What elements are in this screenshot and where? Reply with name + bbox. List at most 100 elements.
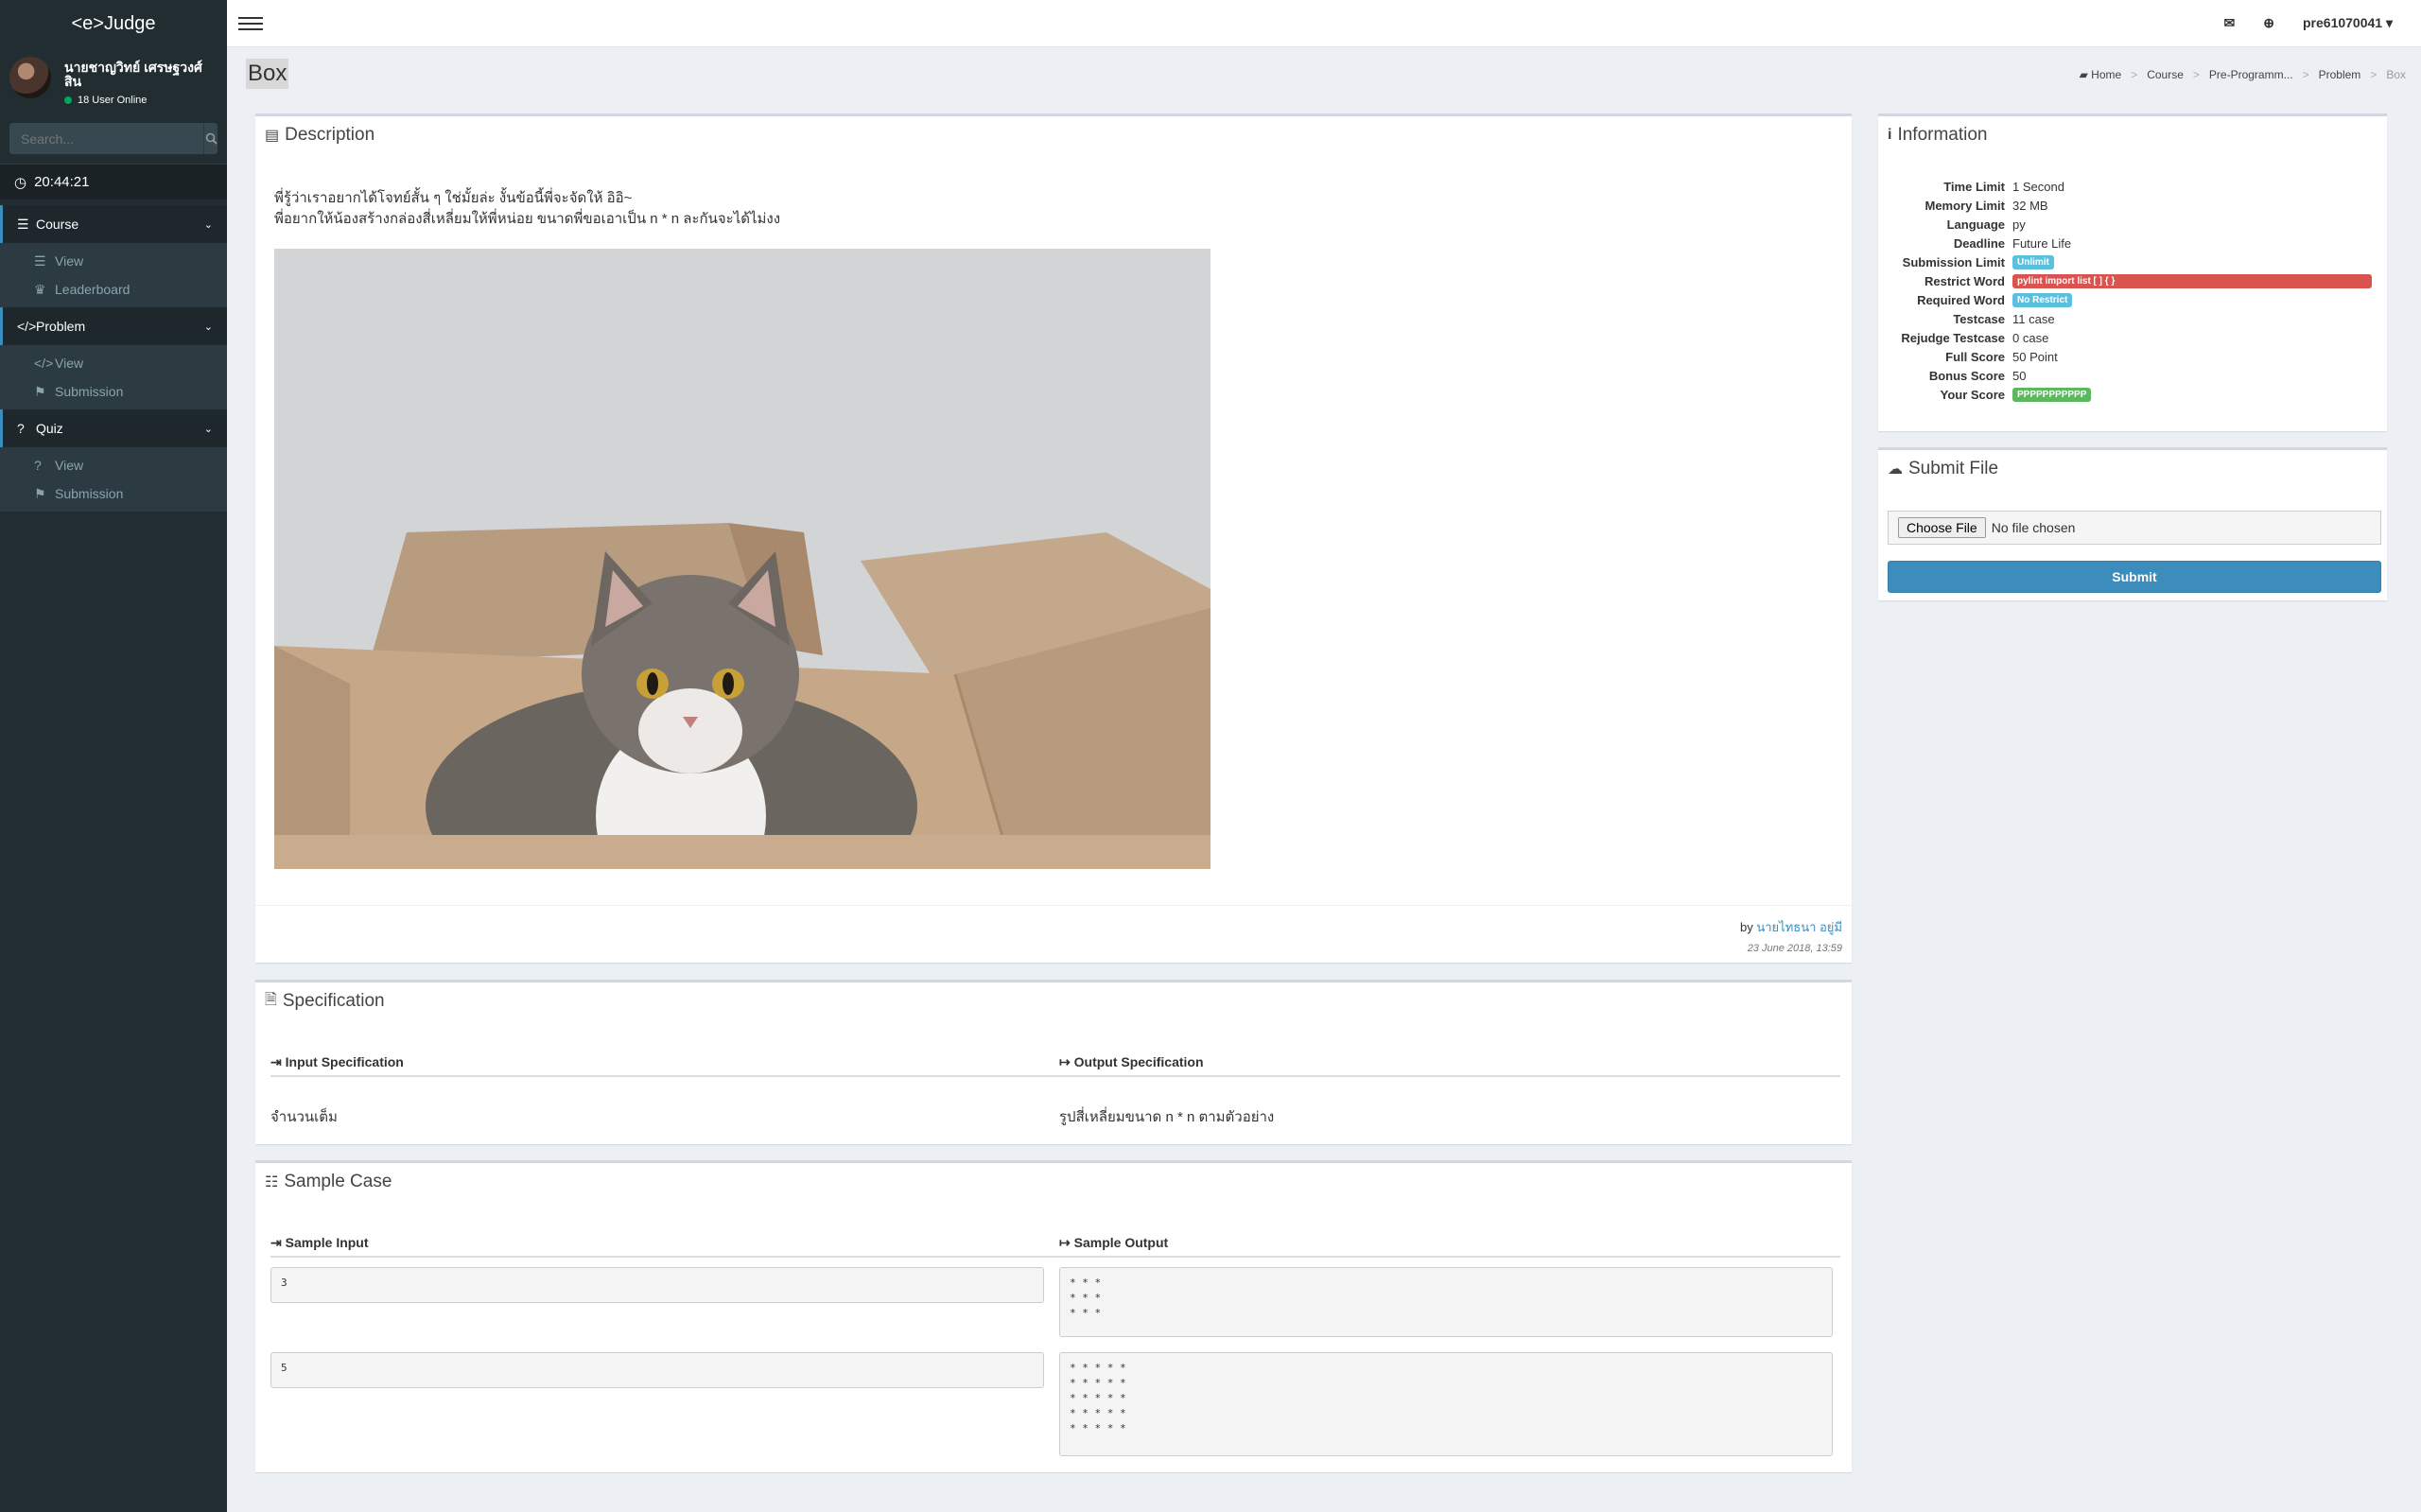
problem-submenu: </> View ⚑ Submission xyxy=(0,345,227,409)
required-word-badge: No Restrict xyxy=(2012,292,2073,307)
input-spec-text: จำนวนเต็ม xyxy=(270,1109,338,1125)
specification-box: 🗎 Specification ⇥ Input Specification ↦ … xyxy=(255,980,1852,1144)
list-icon: ☰ xyxy=(34,252,46,269)
sample-output-1[interactable]: * * * * * * * * * xyxy=(1059,1267,1833,1337)
online-status-icon xyxy=(64,96,72,104)
breadcrumb-current: Box xyxy=(2386,68,2406,81)
user-name: นายชาญวิทย์ เศรษฐวงศ์สิน xyxy=(64,60,202,89)
file-input[interactable]: Choose File No file chosen xyxy=(1888,511,2381,545)
top-navbar: ✉ ⊕ pre61070041 ▾ xyxy=(227,0,2421,47)
sidebar-menu-quiz[interactable]: ? Quiz ⌄ xyxy=(0,409,227,447)
sample-case-box: ☷ Sample Case ⇥ Sample Input ↦ Sample Ou… xyxy=(255,1160,1852,1472)
sidebar-item-quiz-submission[interactable]: ⚑ Submission xyxy=(0,479,227,508)
sidebar-item-problem-submission[interactable]: ⚑ Submission xyxy=(0,377,227,406)
question-icon: ? xyxy=(34,458,42,473)
sample-input-heading: ⇥ Sample Input xyxy=(270,1235,369,1250)
input-spec-heading: ⇥ Input Specification xyxy=(270,1054,404,1069)
time-limit-value: 1 Second xyxy=(2012,179,2064,194)
cat-in-box-picture xyxy=(274,249,1210,869)
specification-title: 🗎 Specification xyxy=(255,982,1852,1020)
information-title: i Information xyxy=(1888,125,1988,145)
breadcrumb-course[interactable]: Course xyxy=(2147,68,2184,81)
course-submenu: ☰ View ♛ Leaderboard xyxy=(0,243,227,307)
sample-input-2[interactable]: 5 xyxy=(270,1352,1044,1388)
sidebar-toggle-button[interactable] xyxy=(238,16,263,30)
deadline-value: Future Life xyxy=(2012,235,2072,251)
sidebar-menu-problem[interactable]: </> Problem ⌄ xyxy=(0,307,227,345)
description-box: ▤ Description พี่รู้ว่าเราอยากได้โจทย์สั… xyxy=(255,113,1852,963)
description-text: พี่รู้ว่าเราอยากได้โจทย์สั้น ๆ ใช่มั้ยล่… xyxy=(274,190,781,227)
search-input[interactable] xyxy=(9,123,203,154)
description-title: ▤ Description xyxy=(265,125,375,145)
clock-time: 20:44:21 xyxy=(34,174,90,190)
sample-output-2[interactable]: * * * * * * * * * * * * * * * * * * * * … xyxy=(1059,1352,1833,1456)
clock-icon: ◷ xyxy=(14,174,27,191)
ordered-list-icon: ☷ xyxy=(265,1174,279,1190)
info-icon: i xyxy=(1888,127,1892,143)
search-icon xyxy=(205,132,218,145)
sample-output-heading: ↦ Sample Output xyxy=(1059,1235,1169,1250)
mail-icon[interactable]: ✉ xyxy=(2224,15,2236,31)
file-icon: 🗎 xyxy=(265,991,277,1008)
hamburger-icon xyxy=(238,16,263,19)
avatar xyxy=(9,57,51,98)
output-spec-text: รูปสี่เหลี่ยมขนาด n * n ตามตัวอย่าง xyxy=(1059,1109,1275,1125)
memory-limit-value: 32 MB xyxy=(2012,198,2048,213)
code-icon: </> xyxy=(34,356,54,371)
sign-in-icon: ⇥ xyxy=(270,1054,282,1069)
bonus-score-value: 50 xyxy=(2012,368,2027,383)
page-title: Box xyxy=(246,59,289,89)
breadcrumb-home[interactable]: ▰ Home xyxy=(2080,68,2122,81)
user-panel: นายชาญวิทย์ เศรษฐวงศ์สิน 18 User Online xyxy=(0,47,227,113)
full-score-value: 50 Point xyxy=(2012,349,2058,364)
your-score-badge: PPPPPPPPPPP xyxy=(2012,387,2092,402)
breadcrumb-pre-programming[interactable]: Pre-Programm... xyxy=(2209,68,2293,81)
user-menu[interactable]: pre61070041 ▾ xyxy=(2303,15,2393,31)
information-table: Time Limit 1 Second Memory Limit 32 MB Lan… xyxy=(1878,177,2387,404)
sign-out-icon: ↦ xyxy=(1059,1054,1071,1069)
submission-limit-badge: Unlimit xyxy=(2012,254,2054,269)
testcase-value: 11 case xyxy=(2012,311,2055,326)
posted-date: 23 June 2018, 13:59 xyxy=(1747,943,1842,954)
rejudge-testcase-value: 0 case xyxy=(2012,330,2049,345)
sign-in-icon: ⇥ xyxy=(270,1235,282,1250)
choose-file-button[interactable]: Choose File xyxy=(1898,517,1986,538)
sidebar-item-problem-view[interactable]: </> View xyxy=(0,349,227,377)
file-chosen-status: No file chosen xyxy=(1991,520,2076,535)
chevron-down-icon: ⌄ xyxy=(203,218,213,231)
sample-input-1[interactable]: 3 xyxy=(270,1267,1044,1303)
quiz-submenu: ? View ⚑ Submission xyxy=(0,447,227,512)
code-icon: </> xyxy=(17,319,37,334)
online-count: 18 User Online xyxy=(78,95,148,106)
description-image xyxy=(274,249,1210,869)
sidebar: <e>Judge นายชาญวิทย์ เศรษฐวงศ์สิน 18 Use… xyxy=(0,0,227,1512)
sidebar-item-course-view[interactable]: ☰ View xyxy=(0,247,227,275)
trophy-icon: ♛ xyxy=(34,281,46,297)
sidebar-item-leaderboard[interactable]: ♛ Leaderboard xyxy=(0,275,227,304)
list-icon: ☰ xyxy=(17,216,29,232)
output-spec-heading: ↦ Output Specification xyxy=(1059,1054,1204,1069)
sample-case-title: ☷ Sample Case xyxy=(265,1172,392,1191)
restrict-word-badge: pylint import list [ ] { } xyxy=(2012,273,2372,288)
sidebar-search xyxy=(9,123,218,154)
folder-icon: ▰ xyxy=(2079,68,2088,81)
submit-file-box: ☁ Submit File Choose File No file chosen… xyxy=(1878,447,2387,600)
description-byline: by นายไทธนา อยู่มี 23 June 2018, 13:59 xyxy=(1740,920,1842,954)
information-box: i Information Time Limit 1 Second Memory … xyxy=(1878,113,2387,431)
sidebar-menu-course[interactable]: ☰ Course ⌄ xyxy=(0,205,227,243)
breadcrumb-problem[interactable]: Problem xyxy=(2319,68,2361,81)
language-value: py xyxy=(2012,217,2026,232)
chevron-down-icon: ⌄ xyxy=(203,423,213,435)
flag-icon: ⚑ xyxy=(34,485,46,501)
sign-out-icon: ↦ xyxy=(1059,1235,1071,1250)
chevron-down-icon: ⌄ xyxy=(203,321,213,333)
description-icon: ▤ xyxy=(265,128,280,144)
submit-button[interactable]: Submit xyxy=(1888,561,2381,593)
clock: ◷ 20:44:21 xyxy=(0,164,227,200)
author-link[interactable]: นายไทธนา อยู่มี xyxy=(1756,920,1842,934)
globe-icon[interactable]: ⊕ xyxy=(2263,15,2274,31)
app-logo[interactable]: <e>Judge xyxy=(0,0,227,47)
sidebar-item-quiz-view[interactable]: ? View xyxy=(0,451,227,479)
search-button[interactable] xyxy=(203,123,218,154)
question-icon: ? xyxy=(17,421,25,436)
